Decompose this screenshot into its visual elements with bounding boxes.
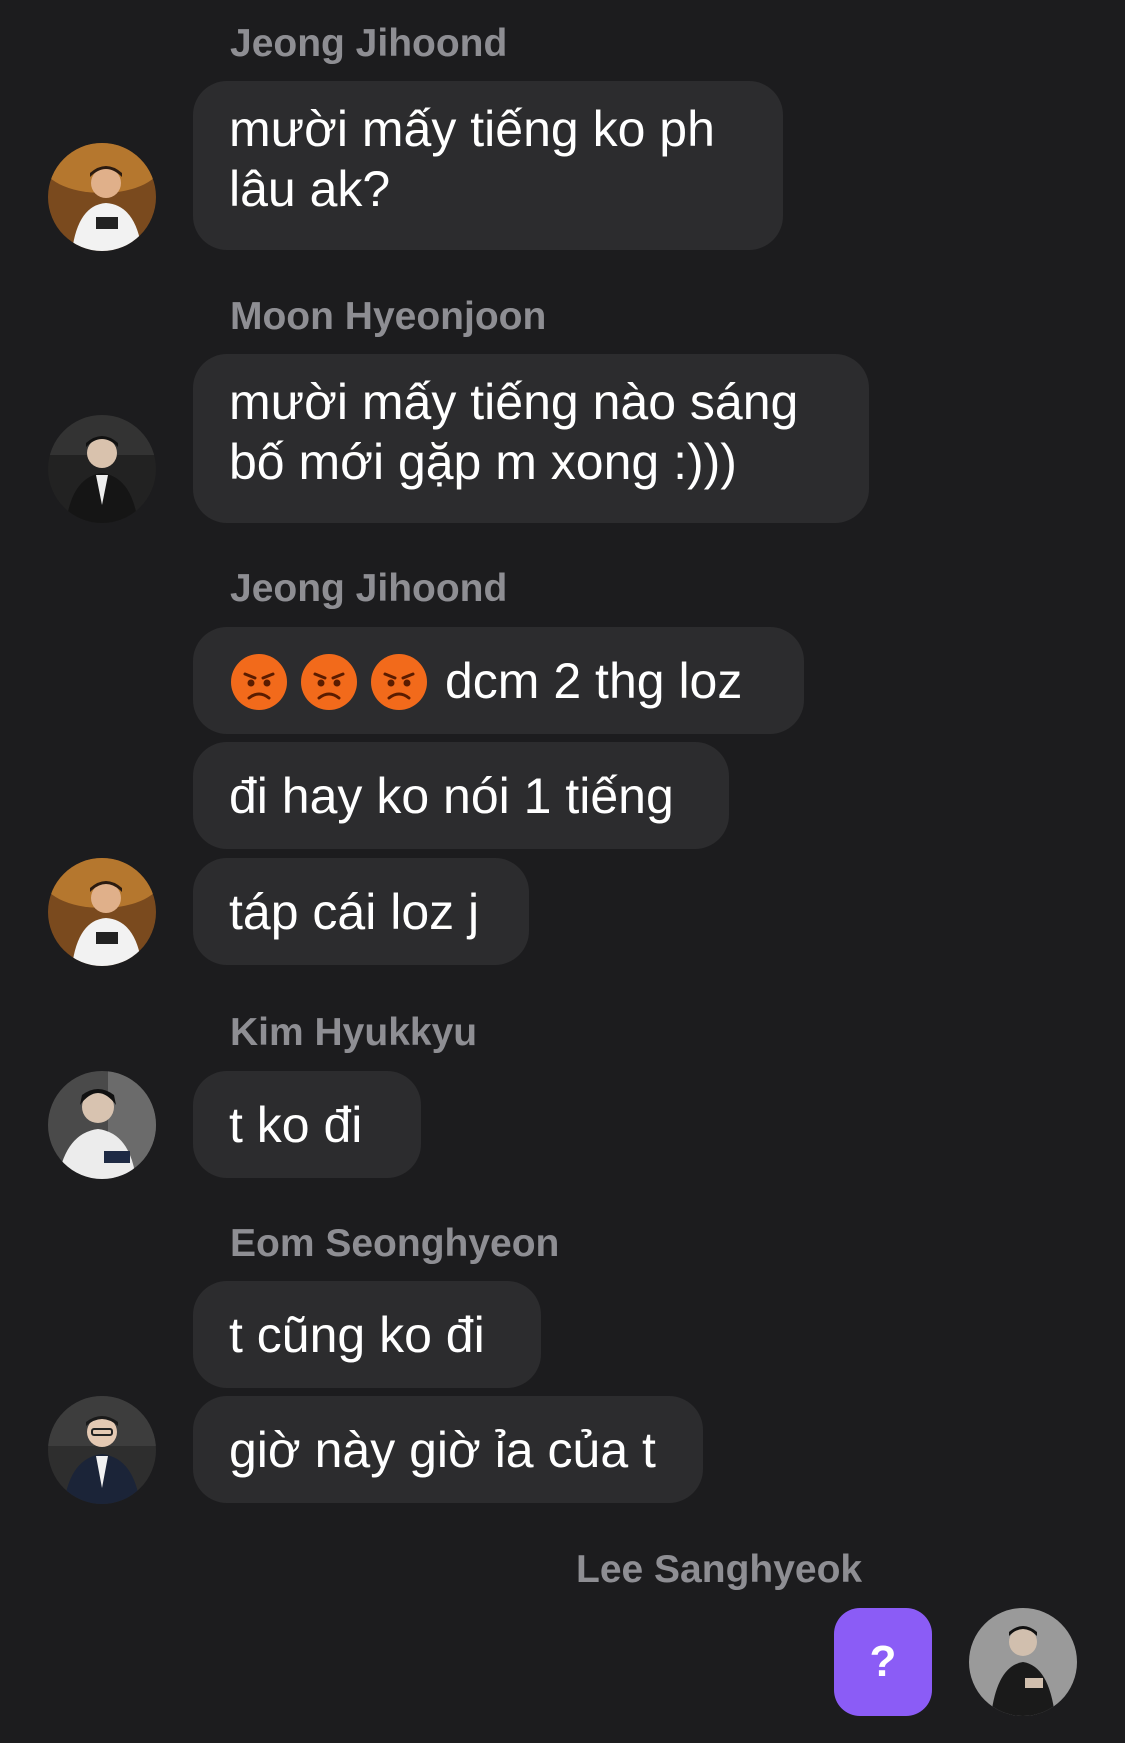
- message-text: giờ này giờ ỉa của t: [229, 1421, 656, 1478]
- angry-face-icon: [369, 649, 439, 713]
- message-text: dcm 2 thg loz: [445, 652, 743, 709]
- sender-name: Lee Sanghyeok: [576, 1548, 863, 1591]
- sender-name: Jeong Jihoond: [230, 22, 508, 65]
- message-bubble[interactable]: đi hay ko nói 1 tiếng: [193, 742, 729, 849]
- message-bubble[interactable]: mười mấy tiếng ko ph lâu ak?: [193, 81, 783, 250]
- avatar[interactable]: [48, 415, 156, 523]
- message-text: đi hay ko nói 1 tiếng: [229, 767, 674, 824]
- avatar[interactable]: [48, 143, 156, 251]
- avatar[interactable]: [48, 1396, 156, 1504]
- message-bubble[interactable]: dcm 2 thg loz: [193, 627, 804, 734]
- message-bubble[interactable]: t ko đi: [193, 1071, 421, 1178]
- angry-face-icon: [299, 649, 369, 713]
- avatar[interactable]: [48, 1071, 156, 1179]
- message-bubble[interactable]: táp cái loz j: [193, 858, 529, 965]
- message-text: mười mấy tiếng ko ph lâu ak?: [229, 101, 715, 217]
- message-text: t cũng ko đi: [229, 1306, 485, 1363]
- message-text: ?: [869, 1637, 897, 1686]
- angry-face-icon: [229, 649, 299, 713]
- sender-name: Moon Hyeonjoon: [230, 295, 547, 338]
- message-text: t ko đi: [229, 1096, 363, 1153]
- sender-name: Kim Hyukkyu: [230, 1011, 478, 1054]
- avatar[interactable]: [48, 858, 156, 966]
- message-bubble[interactable]: giờ này giờ ỉa của t: [193, 1396, 703, 1503]
- avatar[interactable]: [969, 1608, 1077, 1716]
- own-message-bubble[interactable]: ?: [834, 1608, 932, 1716]
- sender-name: Jeong Jihoond: [230, 567, 508, 610]
- message-bubble[interactable]: mười mấy tiếng nào sáng bố mới gặp m xon…: [193, 354, 869, 523]
- message-bubble[interactable]: t cũng ko đi: [193, 1281, 541, 1388]
- sender-name: Eom Seonghyeon: [230, 1222, 560, 1265]
- message-text: mười mấy tiếng nào sáng bố mới gặp m xon…: [229, 374, 799, 490]
- message-text: táp cái loz j: [229, 883, 480, 940]
